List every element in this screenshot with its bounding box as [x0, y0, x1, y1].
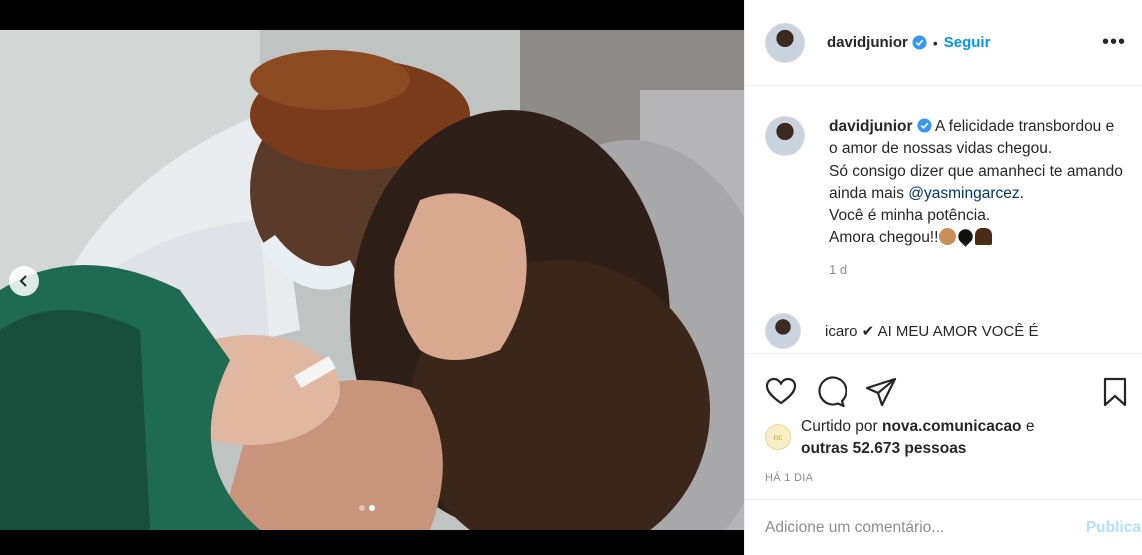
- header-separator: •: [932, 34, 938, 51]
- comment-item: icaro ✔ AI MEU AMOR VOCÊ É: [745, 277, 1142, 349]
- caption-avatar[interactable]: [765, 116, 805, 156]
- caption-text: davidjunior A felicidade transbordou e o…: [829, 116, 1127, 250]
- liker-username[interactable]: nova.comunicacao: [882, 418, 1022, 435]
- post-header: davidjunior • Seguir •••: [745, 0, 1142, 86]
- caption-time: 1 d: [829, 261, 848, 277]
- carousel-prev-button[interactable]: [9, 266, 39, 296]
- likes-count-link[interactable]: outras 52.673 pessoas: [801, 440, 966, 457]
- heart-icon[interactable]: [765, 376, 797, 408]
- header-username[interactable]: davidjunior: [827, 34, 908, 51]
- carousel-dot-active: [369, 505, 375, 511]
- more-icon[interactable]: •••: [1102, 31, 1126, 54]
- likes-prefix: Curtido por: [801, 418, 882, 435]
- liker-avatar[interactable]: nc: [765, 424, 791, 450]
- caption: davidjunior A felicidade transbordou e o…: [745, 87, 1142, 250]
- bookmark-icon[interactable]: [1099, 376, 1131, 408]
- likes-summary: nc Curtido por nova.comunicacao e outras…: [745, 416, 1142, 460]
- likes-middle: e: [1021, 418, 1035, 435]
- likes-text: Curtido por nova.comunicacao e outras 52…: [801, 416, 1034, 460]
- chevron-left-icon: [19, 275, 27, 287]
- post-panel: davidjunior • Seguir ••• davidjunior A f…: [744, 0, 1142, 555]
- verified-icon: [917, 118, 932, 133]
- comment-icon[interactable]: [815, 376, 847, 408]
- action-bar: [745, 354, 1142, 416]
- black-heart-icon: [955, 226, 977, 248]
- share-icon[interactable]: [865, 376, 897, 408]
- caption-line-3: Você é minha potência.: [829, 207, 991, 225]
- mention-link[interactable]: @yasmingarcez: [908, 185, 1019, 202]
- publish-button[interactable]: Publicar: [1086, 519, 1142, 537]
- follow-button[interactable]: Seguir: [944, 34, 991, 51]
- caption-line-2-end: .: [1019, 184, 1024, 202]
- baby-emoji-icon: [939, 228, 957, 246]
- comments-list[interactable]: davidjunior A felicidade transbordou e o…: [745, 87, 1142, 353]
- comment-avatar[interactable]: [765, 312, 801, 349]
- add-comment-bar: Publicar: [745, 499, 1142, 555]
- post-date[interactable]: HÁ 1 DIA: [745, 460, 1142, 484]
- comment-text: icaro ✔ AI MEU AMOR VOCÊ É: [825, 322, 1039, 340]
- verified-icon: [912, 35, 927, 50]
- caption-username[interactable]: davidjunior: [829, 118, 913, 135]
- comment-input[interactable]: [765, 518, 1055, 537]
- carousel-indicator: [359, 505, 375, 511]
- post-media: [0, 0, 744, 555]
- carousel-dot: [359, 505, 365, 511]
- post-photo[interactable]: [0, 30, 744, 530]
- avatar[interactable]: [765, 22, 805, 63]
- photo-illustration: [0, 30, 744, 530]
- praying-hands-icon: [975, 228, 993, 246]
- caption-line-4: Amora chegou!!: [829, 229, 939, 247]
